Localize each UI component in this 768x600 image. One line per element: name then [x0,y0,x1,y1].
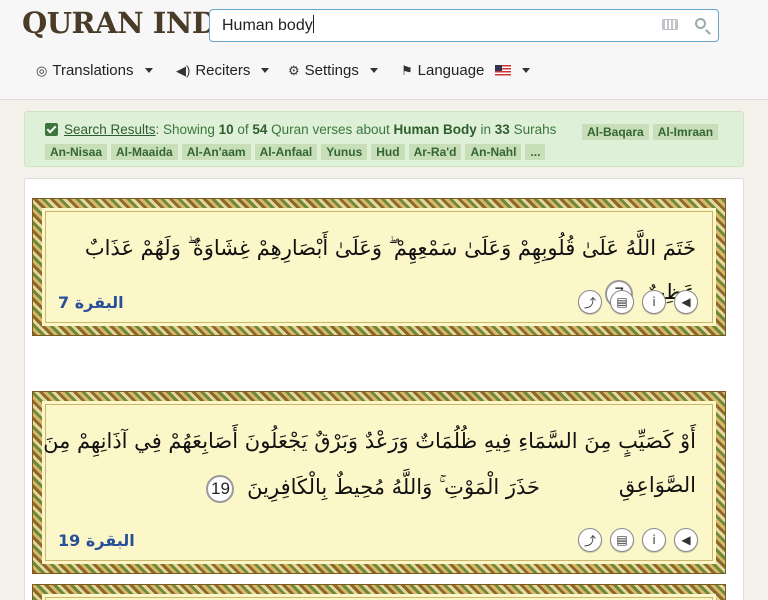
gear-icon: ⚙ [288,62,300,78]
verse-card [33,585,725,600]
verse-reference[interactable]: البقرة 19 [58,531,135,550]
flag-icon: ⚑ [401,62,413,78]
info-icon[interactable]: i [642,290,666,314]
verse-actions: ⤴ ▤ i ◀ [578,528,698,552]
surah-tag[interactable]: Al-Imraan [652,124,719,140]
translations-menu[interactable]: ◎ Translations [36,62,153,79]
surah-tag[interactable]: Al-Baqara [582,124,649,140]
surah-tag[interactable]: ... [525,144,546,160]
chevron-down-icon [369,68,378,73]
share-icon[interactable]: ⤴ [578,290,602,314]
surah-tags-row-2: An-Nisaa Al-Maaida Al-An'aam Al-Anfaal Yunus… [45,142,549,162]
header: QURAN INDEX Human body ◎ Translations ◀)… [0,0,768,100]
language-menu[interactable]: ⚑ Language [401,62,531,79]
search-input[interactable]: Human body [209,9,719,42]
audio-icon[interactable]: ◀ [674,290,698,314]
check-icon [45,123,58,136]
surah-tag[interactable]: An-Nisaa [45,144,108,160]
verse-actions: ⤴ ▤ i ◀ [578,290,698,314]
globe-icon: ◎ [36,62,48,78]
surah-tag[interactable]: Hud [371,144,405,160]
reciters-menu[interactable]: ◀) Reciters [176,62,270,79]
surah-tag[interactable]: Al-Maaida [111,144,178,160]
audio-icon[interactable]: ◀ [674,528,698,552]
search-icon[interactable] [695,18,706,29]
keyboard-icon[interactable] [662,19,678,30]
search-results-bar: Search Results: Showing 10 of 54 Quran v… [24,111,744,167]
pdf-icon[interactable]: ▤ [610,290,634,314]
surah-tag[interactable]: Ar-Ra'd [408,144,462,160]
speaker-icon: ◀) [176,62,191,78]
share-icon[interactable]: ⤴ [578,528,602,552]
verse-number: 19 [206,474,235,503]
settings-menu[interactable]: ⚙ Settings [288,62,378,79]
verse-text-line-2: حَذَرَ الْمَوْتِ ۚ وَاللَّهُ مُحِيطٌ بِا… [206,465,540,509]
info-icon[interactable]: i [642,528,666,552]
surah-tag[interactable]: Al-An'aam [181,144,251,160]
surah-tag[interactable]: An-Nahl [465,144,522,160]
us-flag-icon [495,65,512,76]
surah-tag[interactable]: Yunus [321,144,368,160]
surah-tag[interactable]: Al-Anfaal [254,144,318,160]
verse-card: خَتَمَ اللَّهُ عَلَىٰ قُلُوبِهِمْ وَعَلَ… [33,199,725,335]
chevron-down-icon [261,68,270,73]
chevron-down-icon [522,68,531,73]
search-results-link[interactable]: Search Results [64,122,156,137]
verse-reference[interactable]: البقرة 7 [58,293,124,312]
surah-tags-row-1: Al-Baqara Al-Imraan [582,122,722,142]
pdf-icon[interactable]: ▤ [610,528,634,552]
verse-card: أَوْ كَصَيِّبٍ مِنَ السَّمَاءِ فِيهِ ظُل… [33,392,725,573]
chevron-down-icon [144,68,153,73]
